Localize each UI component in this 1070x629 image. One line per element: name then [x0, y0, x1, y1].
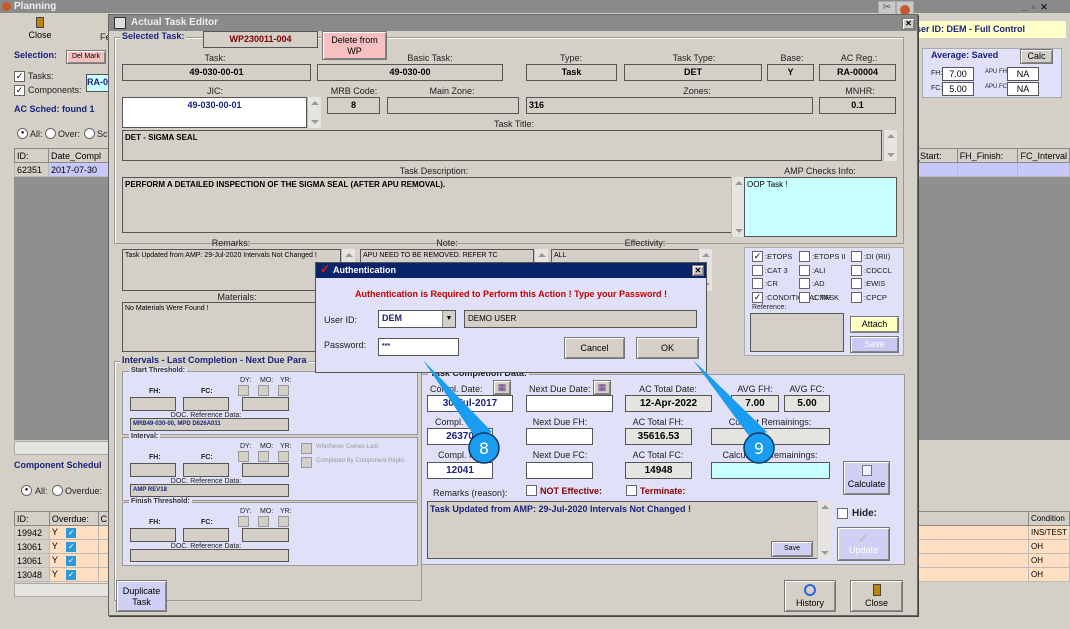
callout-9-tail: [693, 360, 767, 440]
callout-8-tail: [423, 360, 492, 440]
callout-9-number: 9: [754, 439, 764, 458]
callout-8-number: 8: [479, 439, 489, 458]
callout-overlay: 8 9: [423, 360, 775, 464]
